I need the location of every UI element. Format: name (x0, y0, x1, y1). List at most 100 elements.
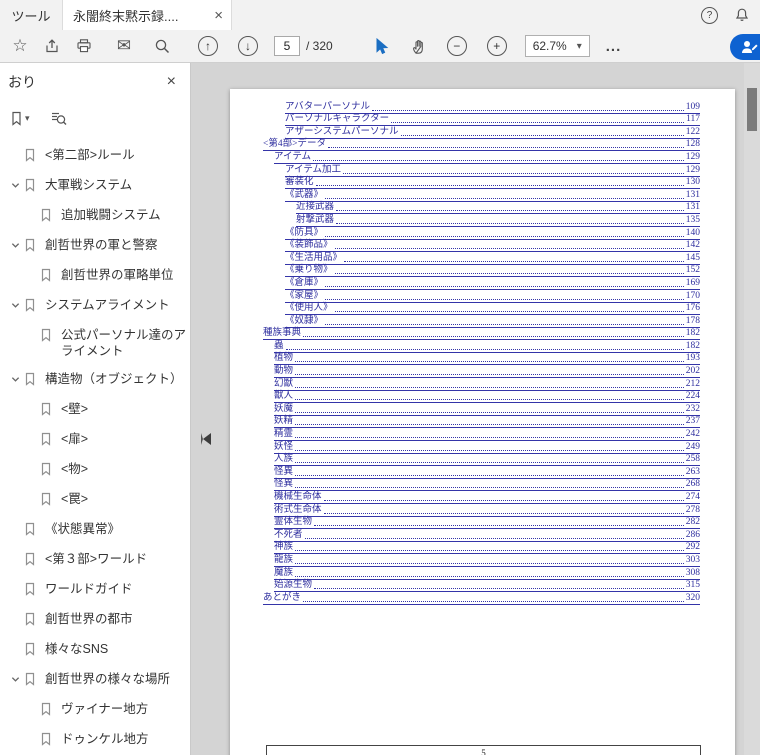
toc-entry[interactable]: 怪異 268 (274, 479, 700, 492)
toc-entry[interactable]: 《奴隷》 178 (285, 315, 700, 328)
toc-entry[interactable]: 植物 193 (274, 353, 700, 366)
bookmark-item[interactable]: ヴァイナー地方 (0, 695, 190, 725)
toc-entry[interactable]: 《乗り物》 152 (285, 265, 700, 278)
zoom-level-select[interactable]: 62.7% ▾ (524, 35, 590, 57)
toc-entry[interactable]: パーソナルキャラクター 117 (285, 114, 700, 127)
bookmark-item[interactable]: ワールドガイド (0, 575, 190, 605)
bookmarks-options-icon[interactable]: ▾ (10, 111, 30, 126)
toc-entry[interactable]: 神族 292 (274, 542, 700, 555)
tab-tools[interactable]: ツール (0, 0, 62, 30)
toc-entry[interactable]: 霊体生物 282 (274, 517, 700, 530)
bookmark-icon (24, 671, 38, 689)
toc-entry-page: 286 (685, 529, 700, 540)
toc-entry[interactable]: アバターパーソナル 109 (285, 101, 700, 114)
toc-leader-dots (295, 386, 684, 388)
bookmark-item[interactable]: 創哲世界の様々な場所 (0, 665, 190, 695)
help-icon[interactable]: ? (701, 6, 718, 24)
chevron-down-icon[interactable] (6, 237, 24, 250)
chevron-down-icon[interactable] (6, 297, 24, 310)
bookmark-item[interactable]: <壁> (0, 395, 190, 425)
toc-entry[interactable]: 種族事典 182 (263, 328, 700, 341)
toc-entry[interactable]: 《使用人》 176 (285, 303, 700, 316)
toc-entry[interactable]: 獣人 224 (274, 391, 700, 404)
previous-page-icon[interactable]: ↑ (198, 36, 218, 56)
print-icon[interactable] (72, 34, 96, 58)
toc-entry[interactable]: 動物 202 (274, 365, 700, 379)
toc-entry-label: 獣人 (274, 391, 294, 402)
notifications-bell-icon[interactable] (734, 7, 750, 23)
toc-entry[interactable]: 《家屋》 170 (285, 290, 700, 303)
toc-entry[interactable]: 始源生物 315 (274, 580, 700, 593)
toc-entry[interactable]: アイテム加工 129 (285, 164, 700, 177)
bookmark-label: <壁> (61, 402, 89, 416)
select-tool-icon[interactable] (371, 34, 395, 58)
more-tools-icon[interactable]: ... (606, 38, 622, 55)
zoom-out-icon[interactable]: − (446, 36, 467, 56)
chevron-down-icon[interactable] (6, 371, 24, 384)
toc-entry[interactable]: 《倉庫》 169 (285, 277, 700, 290)
bookmark-item[interactable]: <扉> (0, 425, 190, 455)
toc-entry[interactable]: 妖怪 249 (274, 441, 700, 454)
search-icon[interactable] (150, 34, 174, 58)
page-number-input[interactable] (274, 36, 300, 56)
bookmark-item[interactable]: 《状態異常》 (0, 515, 190, 545)
toc-entry[interactable]: あとがき 320 (263, 592, 700, 605)
toc-entry[interactable]: 《生活用品》 145 (285, 252, 700, 265)
close-panel-icon[interactable]: × (167, 73, 176, 91)
chevron-down-icon[interactable] (6, 177, 24, 190)
bookmark-item[interactable]: 創哲世界の都市 (0, 605, 190, 635)
bookmark-item[interactable]: システムアライメント (0, 291, 190, 321)
bookmark-item[interactable]: 創哲世界の軍略単位 (0, 261, 190, 291)
vertical-scrollbar[interactable] (744, 63, 760, 755)
toc-entry[interactable]: 《装飾品》 142 (285, 240, 700, 253)
toc-entry[interactable]: 術式生命体 278 (274, 504, 700, 517)
bookmark-item[interactable]: <第二部>ルール (0, 141, 190, 171)
star-tool-icon[interactable]: ☆ (8, 34, 32, 58)
search-bookmarks-icon[interactable] (50, 110, 67, 126)
collapse-panel-arrow[interactable] (201, 433, 211, 445)
bookmark-item[interactable]: 創哲世界の軍と警察 (0, 231, 190, 261)
email-icon[interactable]: ✉ (112, 34, 136, 58)
close-tab-icon[interactable]: × (214, 8, 223, 23)
toc-entry-label: アイテム (274, 151, 312, 162)
toc-entry[interactable]: 《武器》 131 (285, 189, 700, 202)
bookmark-item[interactable]: <物> (0, 455, 190, 485)
chevron-down-icon[interactable] (6, 671, 24, 684)
share-icon[interactable] (40, 34, 64, 58)
sign-pane-button[interactable] (730, 34, 760, 60)
toc-entry[interactable]: 《防具》 140 (285, 227, 700, 240)
bookmark-item[interactable]: <第３部>ワールド (0, 545, 190, 575)
toc-leader-dots (334, 273, 684, 275)
toc-entry[interactable]: アイテム 129 (274, 151, 700, 164)
bookmark-item[interactable]: 構造物（オブジェクト） (0, 365, 190, 395)
toc-entry[interactable]: 精霊 242 (274, 428, 700, 442)
toc-entry[interactable]: 射撃武器 135 (296, 214, 700, 227)
toc-entry[interactable]: 妖魔 232 (274, 403, 700, 416)
tab-bar: ツール 永闇終末黙示録.... × ? (0, 0, 760, 30)
bookmark-item[interactable]: 追加戦闘システム (0, 201, 190, 231)
bookmark-item[interactable]: 様々なSNS (0, 635, 190, 665)
toc-entry-page: 130 (685, 177, 700, 188)
toc-entry[interactable]: 蟲 182 (274, 340, 700, 353)
toc-entry[interactable]: 人族 258 (274, 454, 700, 467)
toc-entry[interactable]: 不死者 286 (274, 529, 700, 542)
toc-entry[interactable]: 怪異 263 (274, 466, 700, 479)
toc-entry[interactable]: <第4部>データ 128 (263, 139, 700, 152)
tab-document[interactable]: 永闇終末黙示録.... × (62, 0, 232, 30)
toc-entry[interactable]: 魔族 308 (274, 567, 700, 580)
bookmark-item[interactable]: 公式パーソナル達のアライメント (0, 321, 190, 365)
toc-entry[interactable]: 近接武器 131 (296, 202, 700, 215)
toc-entry[interactable]: 機械生命体 274 (274, 491, 700, 504)
bookmark-item[interactable]: <罠> (0, 485, 190, 515)
scrollbar-thumb[interactable] (747, 88, 757, 131)
zoom-in-icon[interactable]: + (486, 36, 507, 56)
next-page-icon[interactable]: ↓ (238, 36, 258, 56)
toc-entry[interactable]: 龍族 303 (274, 554, 700, 567)
bookmark-item[interactable]: 大軍戦システム (0, 171, 190, 201)
toc-entry[interactable]: 幻獣 212 (274, 378, 700, 391)
toc-entry[interactable]: アザーシステムパーソナル 122 (285, 126, 700, 139)
bookmark-item[interactable]: ドゥンケル地方 (0, 725, 190, 755)
toc-entry[interactable]: 妖精 237 (274, 416, 700, 429)
hand-tool-icon[interactable] (407, 34, 431, 58)
toc-entry[interactable]: 審装化 130 (285, 177, 700, 190)
